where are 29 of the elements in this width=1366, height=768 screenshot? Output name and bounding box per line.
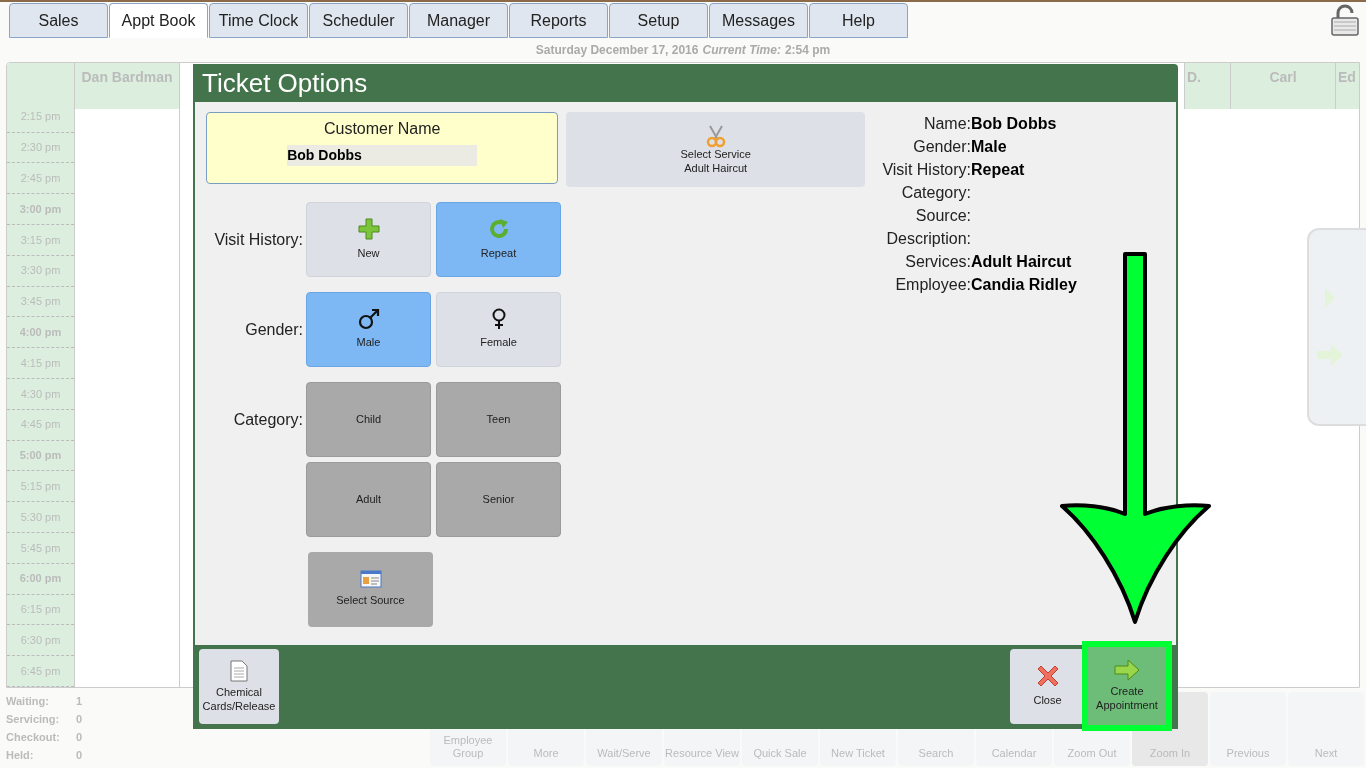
summary-label: Employee: [894, 274, 971, 295]
summary-label: Services: [904, 251, 971, 272]
dialog-title: Ticket Options [202, 66, 368, 100]
status-label: Checkout: [6, 729, 61, 745]
summary-label: Source: [914, 205, 971, 226]
group-label: Visit History: [214, 229, 303, 250]
status-count: 0 [76, 711, 83, 727]
summary-label: Category: [900, 182, 971, 203]
summary-value: Candia Ridley [971, 274, 1077, 295]
summary-label: Description: [885, 228, 971, 249]
status-label: Waiting: [6, 693, 50, 709]
customer-name-label: Customer Name [323, 119, 441, 139]
summary-value: Bob Dobbs [971, 113, 1057, 134]
current-time-value: 2:54 pm [784, 42, 831, 59]
summary-value: Repeat [971, 159, 1025, 180]
current-time-label: Current Time: [702, 42, 781, 59]
status-label: Held: [6, 747, 35, 763]
status-count: 0 [76, 729, 83, 745]
status-count: 1 [76, 693, 83, 709]
status-label: Servicing: [6, 711, 61, 727]
group-label: Gender: [245, 319, 303, 340]
summary-label: Visit History: [881, 159, 971, 180]
status-count: 0 [76, 747, 83, 763]
summary-label: Name: [922, 113, 971, 134]
date-text: Saturday December 17, 2016 [535, 42, 699, 59]
summary-value: Adult Haircut [971, 251, 1072, 272]
group-label: Category: [233, 409, 303, 430]
summary-value: Male [971, 136, 1007, 157]
summary-label: Gender: [912, 136, 971, 157]
